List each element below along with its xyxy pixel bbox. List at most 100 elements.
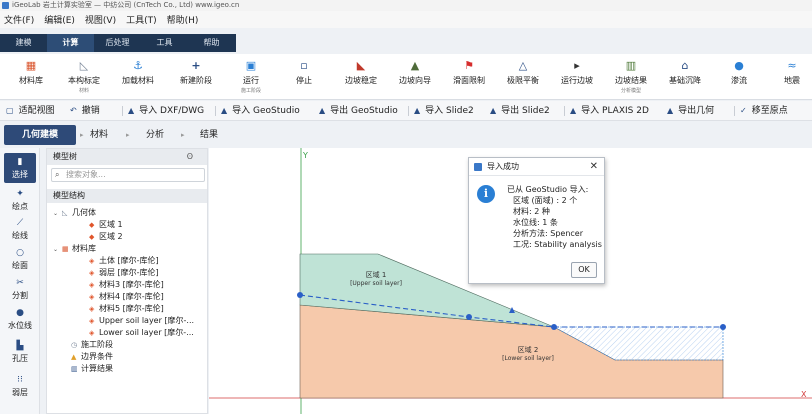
- scissors-icon: ✂: [16, 278, 24, 288]
- gem-icon: ◈: [89, 305, 95, 313]
- tree-node-material[interactable]: ◈ 弱层 [摩尔-库伦]: [89, 267, 159, 278]
- pore-pressure-tool[interactable]: ▙ 孔压: [0, 341, 40, 364]
- tree-node-geometry[interactable]: ⌄ ◺ 几何体: [53, 207, 96, 218]
- droplet-icon: ●: [734, 59, 744, 72]
- tree-node-boundary[interactable]: ▲ 边界条件: [71, 351, 113, 362]
- ok-button[interactable]: OK: [571, 262, 597, 278]
- dialog-message-line: 材料: 2 种: [513, 207, 550, 216]
- menu-view[interactable]: 视图(V): [85, 13, 116, 26]
- import-geostudio-button[interactable]: ▲ 导入 GeoStudio: [215, 101, 300, 121]
- mountain-icon: ▲: [410, 59, 420, 72]
- region-1-label: 区域 1: [366, 270, 387, 279]
- water-line-node[interactable]: [551, 324, 557, 330]
- chevron-down-icon[interactable]: ⌄: [53, 244, 62, 255]
- workflow-step-results[interactable]: 结果: [200, 125, 218, 145]
- chart-icon: ◺: [79, 59, 89, 72]
- tree-node-material[interactable]: ◈ Lower soil layer [摩尔-...: [89, 327, 194, 338]
- workflow-step-geometry[interactable]: 几何建模: [4, 125, 76, 145]
- export-geometry-button[interactable]: ▲ 导出几何: [667, 101, 714, 121]
- constitutive-calibration-button[interactable]: ◺ 本构标定 材料: [55, 59, 113, 95]
- foundation-settlement-button[interactable]: ⌂ 基础沉降: [656, 60, 714, 86]
- import-slide2-button[interactable]: ▲ 导入 Slide2: [408, 101, 474, 121]
- load-material-button[interactable]: ⚓ 加载材料: [109, 60, 167, 86]
- region-2-material-label: [Lower soil layer]: [502, 355, 554, 362]
- weak-layer-tool[interactable]: ⁝⁝ 弱层: [0, 375, 40, 398]
- limit-equilibrium-button[interactable]: △ 极限平衡: [494, 60, 552, 86]
- water-line-node[interactable]: [466, 314, 472, 320]
- draw-area-tool[interactable]: ○ 绘面: [0, 248, 40, 271]
- gem-icon: ◈: [89, 281, 95, 289]
- dialog-message-line: 分析方法: Spencer: [513, 229, 583, 238]
- undo-icon: ↶: [70, 106, 77, 115]
- water-line-node[interactable]: [297, 292, 303, 298]
- tree-node-material[interactable]: ◈ 材料3 [摩尔-库伦]: [89, 279, 164, 290]
- export-geostudio-button[interactable]: ▲ 导出 GeoStudio: [319, 101, 398, 121]
- play-icon: ▸: [574, 59, 580, 72]
- undo-button[interactable]: ↶ 撤销: [70, 101, 100, 121]
- tree-node-material[interactable]: ◈ 材料5 [摩尔-库伦]: [89, 303, 164, 314]
- import-dxf-button[interactable]: ▲ 导入 DXF/DWG: [121, 101, 204, 121]
- cursor-icon: ▮: [17, 157, 23, 167]
- check-icon: ✓: [740, 106, 747, 115]
- tab-compute[interactable]: 计算: [47, 34, 94, 52]
- slope-result-button[interactable]: ▥ 边坡结果 分析模型: [602, 60, 660, 95]
- chevron-down-icon[interactable]: ⌄: [53, 208, 62, 219]
- water-line-node[interactable]: [720, 324, 726, 330]
- tab-modeling[interactable]: 建模: [0, 34, 47, 52]
- slope-wizard-button[interactable]: ▲ 边坡向导: [386, 60, 444, 86]
- close-icon[interactable]: ✕: [590, 158, 598, 176]
- export-icon: ▲: [319, 106, 326, 115]
- chevron-right-icon: ▸: [181, 131, 185, 139]
- lock-icon: ▲: [71, 353, 77, 361]
- tree-node-material[interactable]: ◈ Upper soil layer [摩尔-...: [89, 315, 194, 326]
- run-button[interactable]: ▣ 运行 施工阶段: [222, 60, 280, 95]
- window-titlebar: iGeoLab 岩土计算实验室 — 中纺公司 (CnTech Co., Ltd)…: [0, 0, 812, 11]
- tab-tools[interactable]: 工具: [141, 34, 188, 52]
- seepage-button[interactable]: ● 渗流: [710, 60, 768, 86]
- drawing-toolbar: ▮ 选择 ✦ 绘点 ⟋ 绘线 ○ 绘面 ✂ 分割 ● 水位线 ▙ 孔压 ⁝⁝ 弱…: [0, 148, 40, 414]
- water-line-tool[interactable]: ● 水位线: [0, 308, 40, 331]
- gem-icon: ◈: [89, 317, 95, 325]
- run-slope-button[interactable]: ▸ 运行边坡: [548, 60, 606, 86]
- split-tool[interactable]: ✂ 分割: [0, 278, 40, 301]
- tree-node-material[interactable]: ◈ 土体 [摩尔-库伦]: [89, 255, 159, 266]
- menu-tools[interactable]: 工具(T): [126, 13, 157, 26]
- import-plaxis-button[interactable]: ▲ 导入 PLAXIS 2D: [564, 101, 649, 121]
- draw-point-tool[interactable]: ✦ 绘点: [0, 189, 40, 212]
- tree-node-region-1[interactable]: ◆ 区域 1: [89, 219, 123, 230]
- menu-file[interactable]: 文件(F): [4, 13, 34, 26]
- pin-icon[interactable]: ʘ: [187, 149, 193, 165]
- fit-view-button[interactable]: ▢ 适配视图: [6, 101, 55, 121]
- tree-node-material[interactable]: ◈ 材料4 [摩尔-库伦]: [89, 291, 164, 302]
- menu-help[interactable]: 帮助(H): [167, 13, 199, 26]
- slope-stability-button[interactable]: ◣ 边坡稳定: [332, 60, 390, 86]
- tree-search-input[interactable]: ⌕ 搜索对象...: [51, 168, 205, 182]
- move-origin-button[interactable]: ✓ 移至原点: [734, 101, 788, 121]
- material-library-button[interactable]: ▦ 材料库: [2, 60, 60, 86]
- select-tool[interactable]: ▮ 选择: [4, 153, 36, 183]
- tree-node-materials[interactable]: ⌄ ▦ 材料库: [53, 243, 96, 254]
- workflow-step-analysis[interactable]: 分析: [146, 125, 164, 145]
- menu-bar: 文件(F) 编辑(E) 视图(V) 工具(T) 帮助(H): [0, 11, 812, 28]
- point-icon: ✦: [16, 189, 24, 199]
- tab-help[interactable]: 帮助: [188, 34, 235, 52]
- stop-button[interactable]: ▫ 停止: [275, 60, 333, 86]
- line-icon: ⟋: [16, 218, 24, 228]
- tab-postprocess[interactable]: 后处理: [94, 34, 141, 52]
- workflow-bar: 几何建模 ▸ 材料 ▸ 分析 ▸ 结果: [0, 122, 812, 148]
- tree-node-region-2[interactable]: ◆ 区域 2: [89, 231, 123, 242]
- search-icon: ⌕: [55, 170, 60, 179]
- new-stage-button[interactable]: + 新建阶段: [167, 60, 225, 86]
- tree-node-results[interactable]: ▥ 计算结果: [71, 363, 113, 374]
- app-icon: [2, 2, 9, 9]
- draw-line-tool[interactable]: ⟋ 绘线: [0, 218, 40, 241]
- dialog-message-line: 区域 (面域) : 2 个: [513, 196, 578, 205]
- menu-edit[interactable]: 编辑(E): [44, 13, 75, 26]
- earthquake-button[interactable]: ≈ 地震: [763, 60, 812, 86]
- tree-node-stages[interactable]: ◷ 施工阶段: [71, 339, 113, 350]
- dialog-message-line: 工况: Stability analysis: [513, 240, 602, 249]
- export-slide2-button[interactable]: ▲ 导出 Slide2: [490, 101, 550, 121]
- workflow-step-material[interactable]: 材料: [90, 125, 108, 145]
- export-icon: ▲: [667, 106, 674, 115]
- slip-limit-button[interactable]: ⚑ 滑面限制: [440, 60, 498, 86]
